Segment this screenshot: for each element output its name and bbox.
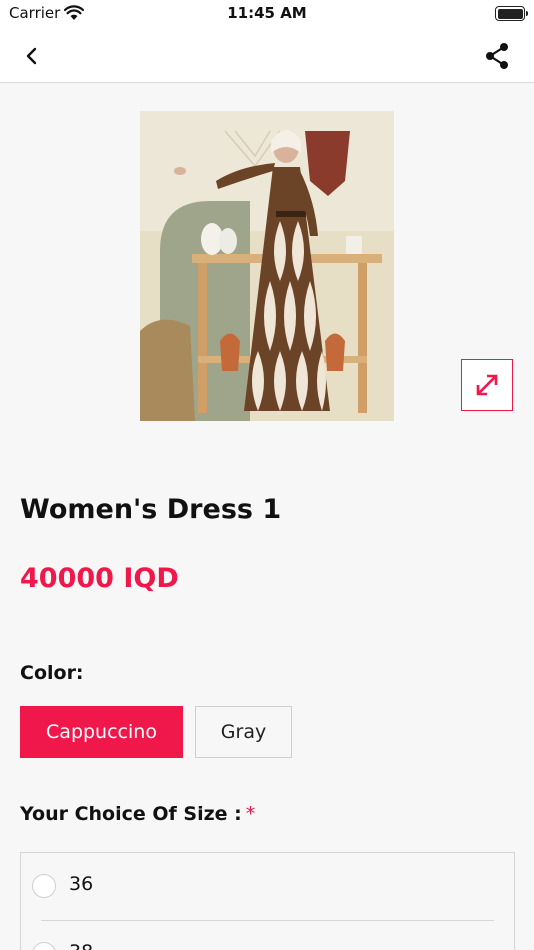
product-image[interactable] bbox=[140, 111, 394, 421]
chevron-left-icon bbox=[26, 47, 37, 65]
share-button[interactable] bbox=[480, 39, 514, 73]
status-time: 11:45 AM bbox=[227, 4, 307, 22]
size-label-text: Your Choice Of Size : bbox=[20, 803, 242, 825]
color-label: Color: bbox=[20, 662, 84, 684]
nav-bar bbox=[0, 30, 534, 83]
color-option-gray[interactable]: Gray bbox=[195, 706, 292, 758]
size-option-38[interactable]: 38 bbox=[21, 921, 514, 950]
size-option-label: 38 bbox=[69, 941, 93, 950]
color-option-cappuccino[interactable]: Cappuccino bbox=[20, 706, 183, 758]
radio-button[interactable] bbox=[32, 942, 56, 950]
status-bar: Carrier 11:45 AM bbox=[0, 0, 534, 30]
product-title: Women's Dress 1 bbox=[20, 494, 282, 525]
back-button[interactable] bbox=[16, 40, 48, 72]
size-option-36[interactable]: 36 bbox=[21, 853, 514, 920]
battery-icon bbox=[495, 6, 528, 21]
expand-image-button[interactable] bbox=[461, 359, 513, 411]
radio-button[interactable] bbox=[32, 874, 56, 898]
expand-icon bbox=[476, 374, 498, 396]
size-option-label: 36 bbox=[69, 873, 94, 895]
size-options-list: 36 38 bbox=[20, 852, 515, 950]
required-mark: * bbox=[245, 803, 256, 825]
size-label: Your Choice Of Size : * bbox=[20, 803, 255, 825]
share-icon bbox=[486, 43, 508, 69]
product-price: 40000 IQD bbox=[20, 563, 179, 594]
